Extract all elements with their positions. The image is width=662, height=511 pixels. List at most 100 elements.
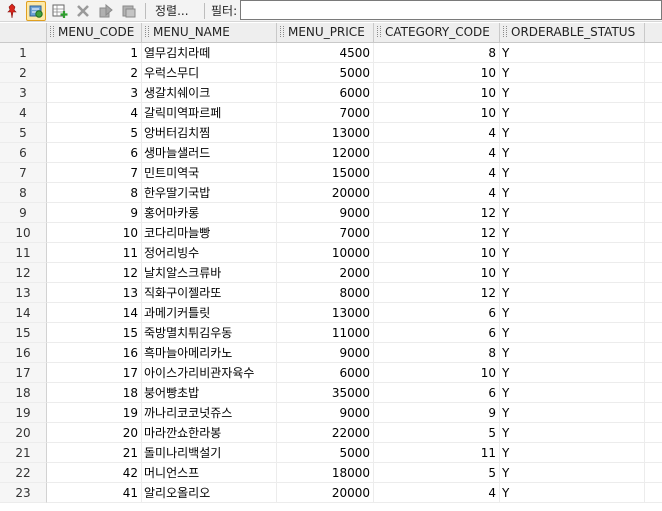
menu-code-cell[interactable]: 42: [47, 463, 142, 483]
row-number[interactable]: 22: [0, 463, 47, 483]
row-number[interactable]: 10: [0, 223, 47, 243]
table-row[interactable]: 19 19 까나리코코넛쥬스 9000 9 Y: [0, 403, 662, 423]
orderable-status-cell[interactable]: Y: [500, 243, 645, 263]
orderable-status-cell[interactable]: Y: [500, 163, 645, 183]
category-code-cell[interactable]: 11: [374, 443, 500, 463]
row-number[interactable]: 1: [0, 43, 47, 63]
row-number[interactable]: 11: [0, 243, 47, 263]
menu-price-cell[interactable]: 2000: [277, 263, 374, 283]
menu-price-cell[interactable]: 4500: [277, 43, 374, 63]
row-number[interactable]: 2: [0, 63, 47, 83]
filter-input[interactable]: [240, 0, 662, 20]
orderable-status-cell[interactable]: Y: [500, 383, 645, 403]
row-number[interactable]: 17: [0, 363, 47, 383]
category-code-cell[interactable]: 10: [374, 263, 500, 283]
menu-price-cell[interactable]: 10000: [277, 243, 374, 263]
table-row[interactable]: 22 42 머니언스프 18000 5 Y: [0, 463, 662, 483]
table-row[interactable]: 12 12 날치알스크류바 2000 10 Y: [0, 263, 662, 283]
orderable-status-cell[interactable]: Y: [500, 123, 645, 143]
menu-name-cell[interactable]: 정어리빙수: [142, 243, 277, 263]
category-code-cell[interactable]: 5: [374, 423, 500, 443]
menu-name-cell[interactable]: 흑마늘아메리카노: [142, 343, 277, 363]
orderable-status-cell[interactable]: Y: [500, 63, 645, 83]
orderable-status-cell[interactable]: Y: [500, 463, 645, 483]
menu-name-cell[interactable]: 돌미나리백설기: [142, 443, 277, 463]
menu-name-cell[interactable]: 과메기커틀릿: [142, 303, 277, 323]
menu-name-cell[interactable]: 우럭스무디: [142, 63, 277, 83]
category-code-cell[interactable]: 6: [374, 383, 500, 403]
table-row[interactable]: 13 13 직화구이젤라또 8000 12 Y: [0, 283, 662, 303]
menu-code-cell[interactable]: 13: [47, 283, 142, 303]
menu-code-cell[interactable]: 1: [47, 43, 142, 63]
menu-code-cell[interactable]: 6: [47, 143, 142, 163]
menu-price-cell[interactable]: 9000: [277, 403, 374, 423]
row-number[interactable]: 21: [0, 443, 47, 463]
menu-name-cell[interactable]: 죽방멸치튀김우동: [142, 323, 277, 343]
row-number[interactable]: 4: [0, 103, 47, 123]
menu-price-cell[interactable]: 11000: [277, 323, 374, 343]
menu-name-cell[interactable]: 앙버터김치찜: [142, 123, 277, 143]
menu-code-cell[interactable]: 19: [47, 403, 142, 423]
category-code-cell[interactable]: 5: [374, 463, 500, 483]
menu-price-cell[interactable]: 12000: [277, 143, 374, 163]
row-number[interactable]: 15: [0, 323, 47, 343]
orderable-status-cell[interactable]: Y: [500, 263, 645, 283]
orderable-status-cell[interactable]: Y: [500, 303, 645, 323]
menu-name-cell[interactable]: 붕어빵초밥: [142, 383, 277, 403]
category-code-cell[interactable]: 8: [374, 43, 500, 63]
menu-price-cell[interactable]: 18000: [277, 463, 374, 483]
table-row[interactable]: 10 10 코다리마늘빵 7000 12 Y: [0, 223, 662, 243]
orderable-status-cell[interactable]: Y: [500, 363, 645, 383]
table-row[interactable]: 20 20 마라깐쇼한라봉 22000 5 Y: [0, 423, 662, 443]
table-row[interactable]: 4 4 갈릭미역파르페 7000 10 Y: [0, 103, 662, 123]
rollback-icon[interactable]: [119, 1, 139, 21]
row-number[interactable]: 6: [0, 143, 47, 163]
menu-code-cell[interactable]: 4: [47, 103, 142, 123]
menu-price-cell[interactable]: 13000: [277, 123, 374, 143]
orderable-status-cell[interactable]: Y: [500, 143, 645, 163]
menu-name-cell[interactable]: 한우딸기국밥: [142, 183, 277, 203]
table-row[interactable]: 5 5 앙버터김치찜 13000 4 Y: [0, 123, 662, 143]
category-code-cell[interactable]: 8: [374, 343, 500, 363]
column-header-category-code[interactable]: CATEGORY_CODE: [374, 23, 500, 42]
menu-code-cell[interactable]: 20: [47, 423, 142, 443]
row-number[interactable]: 9: [0, 203, 47, 223]
orderable-status-cell[interactable]: Y: [500, 183, 645, 203]
category-code-cell[interactable]: 4: [374, 163, 500, 183]
menu-price-cell[interactable]: 7000: [277, 223, 374, 243]
refresh-icon[interactable]: [26, 1, 46, 21]
menu-code-cell[interactable]: 41: [47, 483, 142, 503]
table-row[interactable]: 18 18 붕어빵초밥 35000 6 Y: [0, 383, 662, 403]
pin-icon[interactable]: [2, 1, 22, 21]
category-code-cell[interactable]: 10: [374, 363, 500, 383]
orderable-status-cell[interactable]: Y: [500, 83, 645, 103]
menu-code-cell[interactable]: 12: [47, 263, 142, 283]
table-row[interactable]: 7 7 민트미역국 15000 4 Y: [0, 163, 662, 183]
menu-code-cell[interactable]: 21: [47, 443, 142, 463]
category-code-cell[interactable]: 4: [374, 143, 500, 163]
menu-name-cell[interactable]: 까나리코코넛쥬스: [142, 403, 277, 423]
menu-code-cell[interactable]: 16: [47, 343, 142, 363]
menu-price-cell[interactable]: 13000: [277, 303, 374, 323]
menu-name-cell[interactable]: 마라깐쇼한라봉: [142, 423, 277, 443]
menu-code-cell[interactable]: 10: [47, 223, 142, 243]
table-row[interactable]: 21 21 돌미나리백설기 5000 11 Y: [0, 443, 662, 463]
menu-price-cell[interactable]: 35000: [277, 383, 374, 403]
menu-code-cell[interactable]: 15: [47, 323, 142, 343]
menu-name-cell[interactable]: 열무김치라떼: [142, 43, 277, 63]
sort-button[interactable]: 정렬...: [152, 2, 192, 20]
menu-price-cell[interactable]: 15000: [277, 163, 374, 183]
menu-code-cell[interactable]: 8: [47, 183, 142, 203]
column-header-menu-code[interactable]: MENU_CODE: [47, 23, 142, 42]
menu-price-cell[interactable]: 9000: [277, 203, 374, 223]
orderable-status-cell[interactable]: Y: [500, 323, 645, 343]
menu-code-cell[interactable]: 7: [47, 163, 142, 183]
category-code-cell[interactable]: 10: [374, 63, 500, 83]
orderable-status-cell[interactable]: Y: [500, 43, 645, 63]
table-row[interactable]: 9 9 홍어마카롱 9000 12 Y: [0, 203, 662, 223]
category-code-cell[interactable]: 10: [374, 83, 500, 103]
category-code-cell[interactable]: 6: [374, 323, 500, 343]
table-row[interactable]: 23 41 알리오올리오 20000 4 Y: [0, 483, 662, 503]
menu-code-cell[interactable]: 2: [47, 63, 142, 83]
category-code-cell[interactable]: 4: [374, 123, 500, 143]
